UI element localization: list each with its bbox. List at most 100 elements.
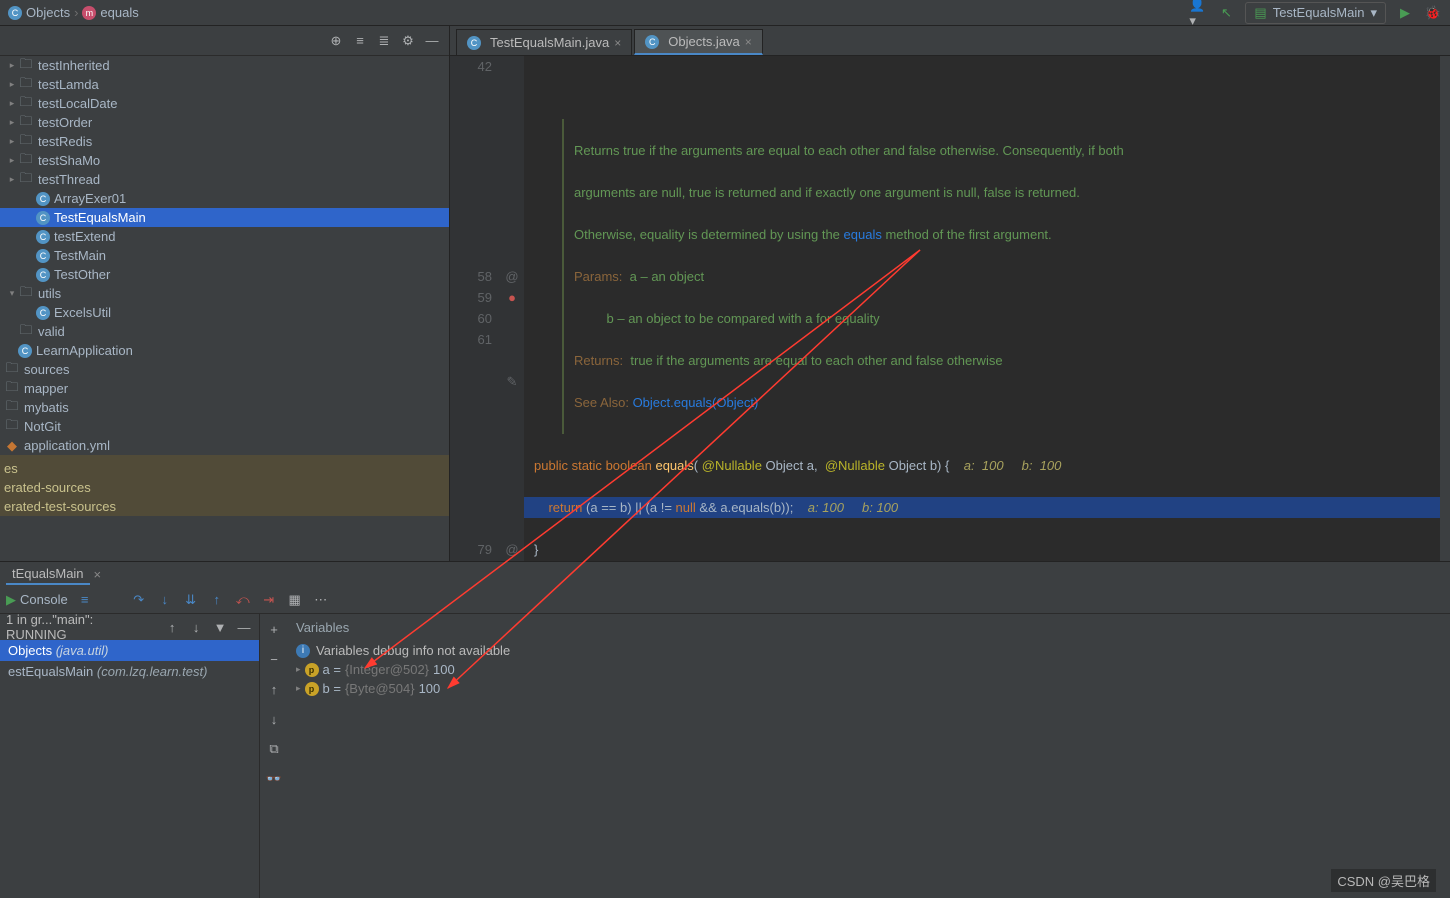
step-out-icon[interactable]: ↑ <box>208 591 226 609</box>
breadcrumb-class: Objects <box>26 5 70 20</box>
breadcrumb-method: equals <box>100 5 138 20</box>
tree-item[interactable]: CTestOther <box>0 265 449 284</box>
close-icon[interactable]: × <box>745 35 752 49</box>
close-icon[interactable]: × <box>94 567 102 582</box>
up-icon[interactable]: ↑ <box>265 680 283 698</box>
down-icon[interactable]: ↓ <box>265 710 283 728</box>
tree-item[interactable]: 🗀NotGit <box>0 417 449 436</box>
folder-icon: 🗀 <box>18 134 34 150</box>
collapse-icon[interactable]: ≣ <box>375 32 393 50</box>
filter-icon[interactable]: ▼ <box>211 618 229 636</box>
drop-frame-icon[interactable]: ⤺ <box>234 591 252 609</box>
up-icon[interactable]: ↑ <box>163 618 181 636</box>
chevron-down-icon: ▾ <box>1370 5 1377 21</box>
console-tab[interactable]: ▶Console <box>6 592 68 608</box>
step-over-icon[interactable]: ↷ <box>130 591 148 609</box>
add-user-icon[interactable]: 👤▾ <box>1189 4 1207 22</box>
code-editor[interactable]: 425859606179808182 @●✎@ Returns true if … <box>450 56 1450 561</box>
scrollbar[interactable] <box>1440 56 1450 561</box>
close-icon[interactable]: × <box>614 36 621 50</box>
tree-folder[interactable]: ▸🗀testRedis <box>0 132 449 151</box>
glasses-icon[interactable]: 👓 <box>265 770 283 788</box>
run-to-cursor-icon[interactable]: ⇥ <box>260 591 278 609</box>
copy-icon[interactable]: ⧉ <box>265 740 283 758</box>
yml-icon: ◆ <box>4 438 20 454</box>
tree-item[interactable]: erated-test-sources <box>0 497 449 516</box>
folder-icon: 🗀 <box>18 172 34 188</box>
remove-icon[interactable]: − <box>265 650 283 668</box>
threads-icon[interactable]: ≡ <box>76 591 94 609</box>
folder-icon: 🗀 <box>18 58 34 74</box>
editor-tab-active[interactable]: CObjects.java× <box>634 29 763 55</box>
folder-icon: 🗀 <box>18 77 34 93</box>
class-icon: C <box>645 35 659 49</box>
hammer-icon[interactable]: ↖ <box>1217 4 1235 22</box>
more-icon[interactable]: — <box>235 618 253 636</box>
watermark: CSDN @吴巴格 <box>1331 869 1436 892</box>
debug-button[interactable]: 🐞 <box>1424 4 1442 22</box>
folder-icon: 🗀 <box>18 324 34 340</box>
tree-item[interactable]: es <box>0 459 449 478</box>
editor-tabs: CTestEqualsMain.java× CObjects.java× <box>450 26 1450 56</box>
tree-item[interactable]: CExcelsUtil <box>0 303 449 322</box>
frame-row[interactable]: Objects (java.util) <box>0 640 259 661</box>
run-config-selector[interactable]: ▤ TestEqualsMain ▾ <box>1245 2 1386 24</box>
hide-icon[interactable]: — <box>423 32 441 50</box>
run-config-name: TestEqualsMain <box>1273 5 1365 20</box>
class-icon: C <box>36 306 50 320</box>
param-icon: p <box>305 682 319 696</box>
variable-row[interactable]: ▸pb = {Byte@504} 100 <box>288 679 1450 698</box>
param-icon: p <box>305 663 319 677</box>
code-lines[interactable]: Returns true if the arguments are equal … <box>524 56 1450 561</box>
tree-folder[interactable]: ▸🗀testShaMo <box>0 151 449 170</box>
evaluate-icon[interactable]: ▦ <box>286 591 304 609</box>
step-into-icon[interactable]: ↓ <box>156 591 174 609</box>
debug-tab[interactable]: tEqualsMain <box>6 564 90 585</box>
editor-tab[interactable]: CTestEqualsMain.java× <box>456 29 632 55</box>
tree-item[interactable]: 🗀mybatis <box>0 398 449 417</box>
tree-folder[interactable]: ▸🗀testLamda <box>0 75 449 94</box>
add-watch-icon[interactable]: + <box>265 620 283 638</box>
tree-item[interactable]: 🗀mapper <box>0 379 449 398</box>
frames-panel: 1 in gr..."main": RUNNING ↑ ↓ ▼ — Object… <box>0 614 260 898</box>
tree-item[interactable]: erated-sources <box>0 478 449 497</box>
class-icon: C <box>467 36 481 50</box>
tree-folder[interactable]: ▸🗀testThread <box>0 170 449 189</box>
folder-icon: 🗀 <box>18 153 34 169</box>
tree-item[interactable]: CLearnApplication <box>0 341 449 360</box>
folder-icon: 🗀 <box>4 362 20 378</box>
down-icon[interactable]: ↓ <box>187 618 205 636</box>
breadcrumb[interactable]: C Objects › m equals <box>8 5 139 20</box>
thread-label[interactable]: 1 in gr..."main": RUNNING <box>6 612 157 642</box>
settings-icon[interactable]: ⋯ <box>312 591 330 609</box>
variables-panel: Variables iVariables debug info not avai… <box>288 614 1450 898</box>
frame-row[interactable]: estEqualsMain (com.lzq.learn.test) <box>0 661 259 682</box>
tree-item[interactable]: CTestMain <box>0 246 449 265</box>
run-config-icon: ▤ <box>1254 5 1266 21</box>
tree-folder[interactable]: ▸🗀testLocalDate <box>0 94 449 113</box>
expand-icon[interactable]: ≡ <box>351 32 369 50</box>
tree-item-selected[interactable]: C TestEqualsMain <box>0 208 449 227</box>
gutter: 425859606179808182 <box>450 56 500 561</box>
run-button[interactable]: ▶ <box>1396 4 1414 22</box>
tree-folder[interactable]: ▸🗀testOrder <box>0 113 449 132</box>
folder-icon: 🗀 <box>18 115 34 131</box>
method-icon: m <box>82 6 96 20</box>
tree-folder[interactable]: ▾🗀utils <box>0 284 449 303</box>
top-bar: C Objects › m equals 👤▾ ↖ ▤ TestEqualsMa… <box>0 0 1450 26</box>
gear-icon[interactable]: ⚙ <box>399 32 417 50</box>
tree-folder[interactable]: 🗀valid <box>0 322 449 341</box>
variable-row[interactable]: ▸pa = {Integer@502} 100 <box>288 660 1450 679</box>
locate-icon[interactable]: ⊕ <box>327 32 345 50</box>
folder-icon: 🗀 <box>4 419 20 435</box>
tree-item[interactable]: CArrayExer01 <box>0 189 449 208</box>
folder-icon: 🗀 <box>4 400 20 416</box>
variables-header: Variables <box>288 614 1450 641</box>
tree-folder[interactable]: 🗀sources <box>0 360 449 379</box>
gutter-icons: @●✎@ <box>500 56 524 561</box>
tree-folder[interactable]: ▸🗀testInherited <box>0 56 449 75</box>
tree-item[interactable]: ◆application.yml <box>0 436 449 455</box>
force-step-into-icon[interactable]: ⇊ <box>182 591 200 609</box>
tree-item[interactable]: CtestExtend <box>0 227 449 246</box>
folder-icon: 🗀 <box>18 96 34 112</box>
